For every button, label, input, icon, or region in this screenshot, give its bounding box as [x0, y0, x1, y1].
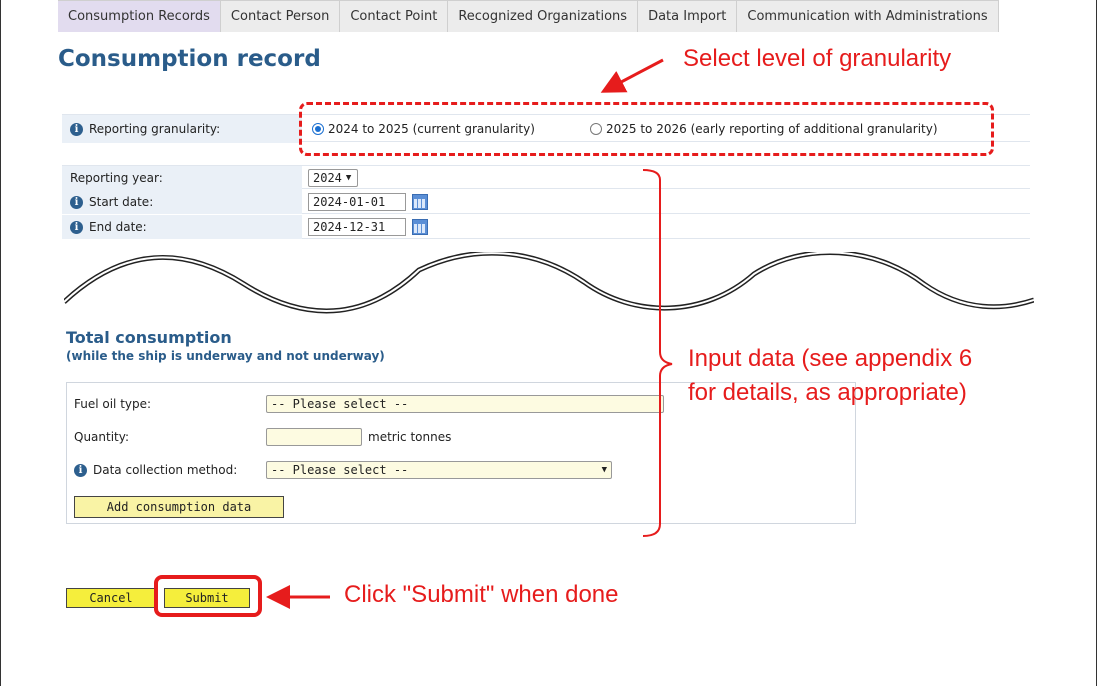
- granularity-arrow: [600, 58, 664, 93]
- annotation-arrows: [266, 58, 673, 609]
- input-data-bracket: [642, 169, 673, 537]
